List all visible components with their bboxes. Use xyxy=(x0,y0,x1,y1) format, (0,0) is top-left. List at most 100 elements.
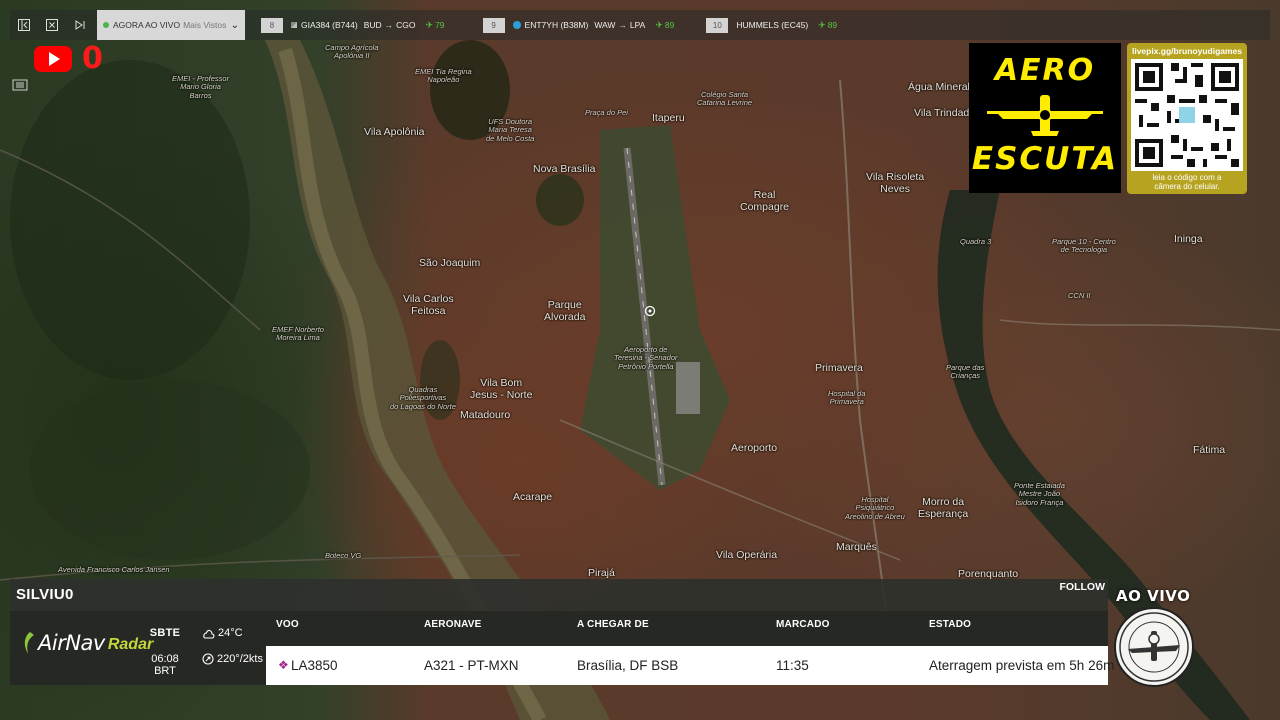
map-label: Boteco VG xyxy=(325,551,362,560)
map-label: UFS Doutora Maria Teresa de Melo Costa xyxy=(486,117,535,143)
flight-callsign: HUMMELS (EC45) xyxy=(736,20,809,30)
map-label: Vila Operária xyxy=(716,549,778,561)
live-label: AGORA AO VIVO xyxy=(113,20,181,30)
map-label: Água Mineral xyxy=(908,81,970,93)
close-panel-icon[interactable] xyxy=(38,10,66,40)
collapse-sidebar-icon[interactable] xyxy=(10,10,38,40)
station-code: SBTE xyxy=(149,627,181,639)
map-label: Parque 10 - Centro de Tecnologia xyxy=(1052,237,1116,255)
header-aircraft: AERONAVE xyxy=(424,619,482,630)
flight-rank: 9 xyxy=(482,17,505,33)
skip-next-icon[interactable] xyxy=(66,10,94,40)
map-label: Ininga xyxy=(1174,233,1203,245)
flight-altitude: 89 xyxy=(664,20,675,30)
map-label: Avenida Francisco Carlos Jansen xyxy=(58,565,170,574)
map-label: Campo Agrícola Apolônia II xyxy=(325,43,379,61)
top-flight-bar: AGORA AO VIVO Mais Vistos ⌄ 8 GIA384 (B7… xyxy=(10,10,1270,40)
chevron-down-icon: ⌄ xyxy=(230,19,239,31)
header-arriving-from: A CHEGAR DE xyxy=(577,619,649,630)
flight-table: VOO AERONAVE A CHEGAR DE MARCADO ESTADO … xyxy=(266,611,1114,685)
map-label: Vila Bom Jesus - Norte xyxy=(470,377,533,401)
flight-callsign: ENT7YH (B38M) xyxy=(524,20,589,30)
qr-code-graphic xyxy=(1131,59,1243,171)
flight-altitude: 89 xyxy=(827,20,838,30)
arriving-from: Brasília, DF BSB xyxy=(577,658,679,673)
flight-chip-9[interactable]: 9 ENT7YH (B38M) WAW → LPA ✈ 89 xyxy=(482,10,675,40)
live-dot-icon xyxy=(103,22,109,28)
airplane-icon xyxy=(987,95,1103,136)
map-label: Matadouro xyxy=(460,409,511,421)
temperature: 24°C xyxy=(218,627,243,639)
map-label: EMEI - Professor Mario Gloria Barros xyxy=(172,74,230,100)
map-label: Marquês xyxy=(836,541,877,553)
logo-word-aero: AERO xyxy=(994,53,1096,88)
map-label: Acarape xyxy=(513,491,553,503)
wind: 220°/2kts xyxy=(217,653,263,665)
flight-origin: BUD xyxy=(363,20,382,30)
flight-rank: 8 xyxy=(261,17,283,33)
donation-qr-card: livepix.gg/brunoyudigames leia o código … xyxy=(1127,43,1247,194)
map-label: CCN II xyxy=(1068,291,1091,300)
map-label: Real Compagre xyxy=(740,189,790,213)
map-label: EMEF Norberto Moreira Lima xyxy=(272,325,324,343)
qr-caption: leia o código com a câmera do celular. xyxy=(1130,173,1244,191)
header-status: ESTADO xyxy=(929,619,972,630)
plane-icon: ✈ xyxy=(818,19,826,30)
map-label: Primavera xyxy=(815,362,863,374)
flight-destination: CGO xyxy=(396,20,416,30)
logo-word-escuta: ESCUTA xyxy=(971,141,1119,177)
flight-destination: LPA xyxy=(629,20,646,30)
flight-chip-10[interactable]: 10 HUMMELS (EC45) ✈ 89 xyxy=(706,10,837,40)
live-mode-dropdown[interactable]: AGORA AO VIVO Mais Vistos ⌄ xyxy=(97,10,245,40)
airline-logo-icon xyxy=(512,21,521,29)
qr-caption-line: câmera do celular. xyxy=(1154,182,1220,192)
aircraft-type: A321 - PT-MXN xyxy=(424,658,519,673)
flight-origin: WAW xyxy=(594,20,616,30)
brand-airnav: AirNav xyxy=(38,631,105,655)
aero-escuta-logo: AERO ESCUTA xyxy=(969,43,1121,193)
flight-number: LA3850 xyxy=(291,658,338,673)
airnav-radar-logo: AirNav Radar xyxy=(22,631,153,655)
badge-emblem-icon xyxy=(1119,612,1189,682)
airline-logo-icon xyxy=(291,22,297,28)
table-row[interactable]: ❖ LA3850 A321 - PT-MXN Brasília, DF BSB … xyxy=(266,646,1114,685)
cloud-icon xyxy=(203,629,215,639)
header-flight: VOO xyxy=(276,619,299,630)
map-label: Hospital Psiquiátrico Areolino de Abreu xyxy=(845,495,905,521)
flight-rank: 10 xyxy=(706,17,729,33)
map-label: Nova Brasília xyxy=(533,163,596,175)
qr-code xyxy=(1131,59,1243,171)
flight-callsign: GIA384 (B744) xyxy=(301,20,358,30)
map-label: Vila Risoleta Neves xyxy=(866,171,925,195)
map-label: Aeroporto de Teresina - Senador Petrônio P… xyxy=(614,345,678,371)
map-label: EMEI Tia Regina Napoleão xyxy=(415,67,472,85)
scheduled-time: 11:35 xyxy=(776,658,809,673)
flight-chip-8[interactable]: 8 GIA384 (B744) BUD → CGO ✈ 79 xyxy=(261,10,445,40)
map-label: Hospital da Primavera xyxy=(828,389,866,407)
map-label: Quadras Poliesportivas do Lagoas do Norte xyxy=(390,385,456,411)
panel-body: AirNav Radar SBTE 06:08 BRT 24°C 220°/2k… xyxy=(10,611,1114,685)
follow-button[interactable]: FOLLOW xyxy=(1060,581,1106,593)
airnav-logo-icon xyxy=(24,632,34,654)
map-label: Vila Apolônia xyxy=(364,126,425,138)
map-label: Parque das Crianças xyxy=(946,363,985,381)
map-label: Vila Carlos Feitosa xyxy=(403,293,454,317)
live-sub-label: Mais Vistos xyxy=(183,20,227,30)
youtube-icon xyxy=(34,46,72,72)
map-label: Vila Trindade xyxy=(914,107,976,119)
qr-url: livepix.gg/brunoyudigames xyxy=(1131,46,1243,56)
live-label: AO VIVO xyxy=(1116,587,1191,605)
list-view-icon[interactable] xyxy=(12,78,30,94)
flight-status: Aterragem prevista em 5h 26m xyxy=(929,658,1115,673)
header-scheduled: MARCADO xyxy=(776,619,830,630)
map-label: Aeroporto xyxy=(731,442,778,454)
map-label: Morro da Esperança xyxy=(918,496,969,520)
youtube-count: 0 xyxy=(82,41,103,76)
plane-icon: ✈ xyxy=(655,19,663,30)
tracked-flight-panel: SILVIU0 FOLLOW AirNav Radar SBTE 06:08 B… xyxy=(10,579,1114,685)
map-label: Quadra 3 xyxy=(960,237,992,246)
plane-icon: ✈ xyxy=(425,19,434,30)
station-time: 06:08 BRT xyxy=(151,653,179,677)
station-info: SBTE 06:08 BRT xyxy=(140,627,190,677)
map-label: Colégio Santa Catarina Levrine xyxy=(697,90,753,108)
